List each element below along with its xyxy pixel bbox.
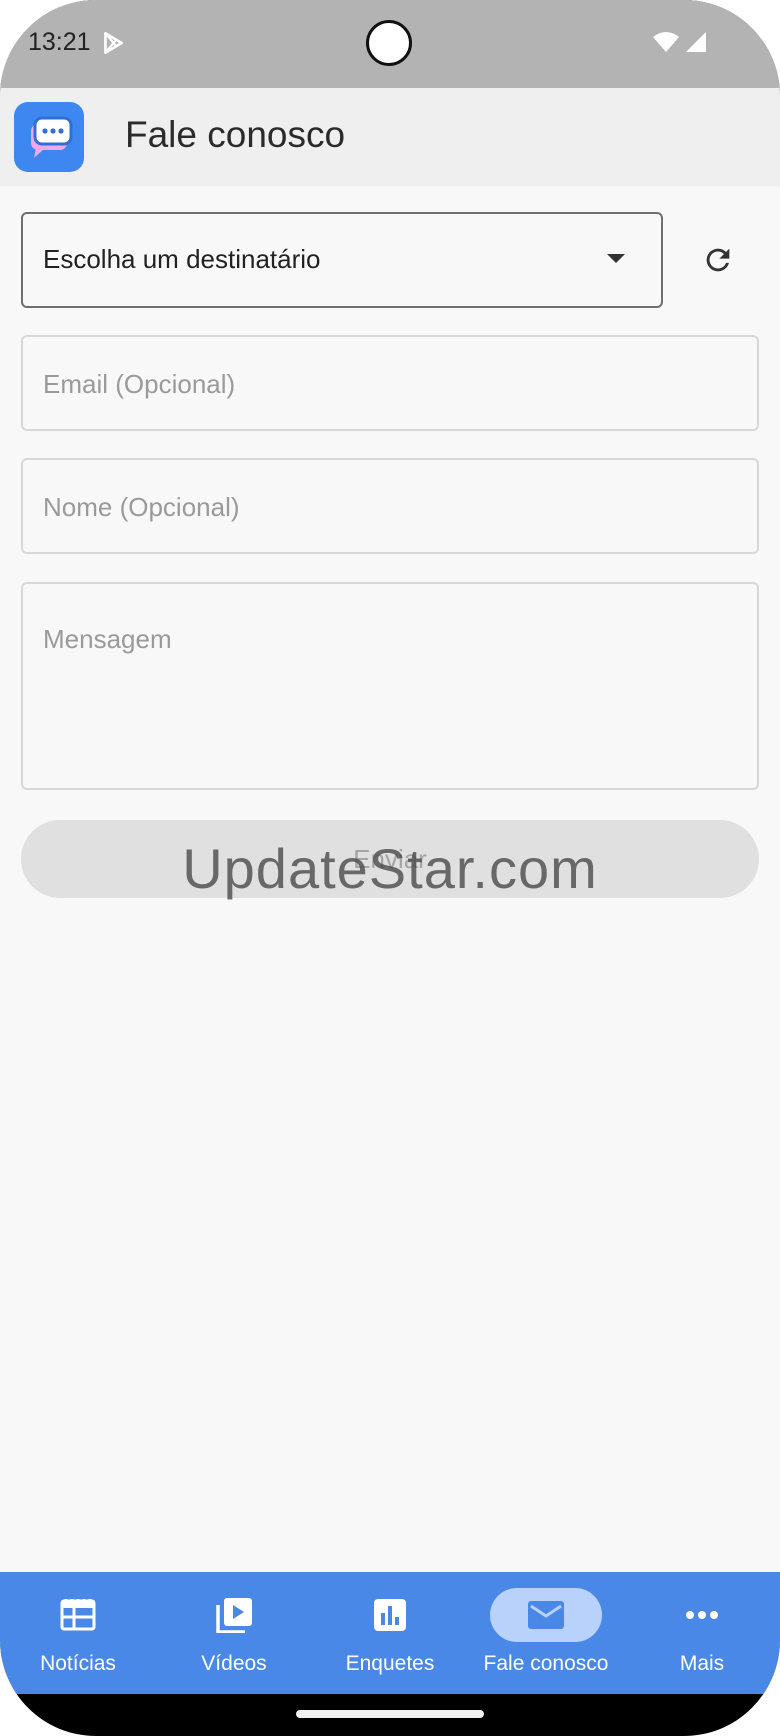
nav-label: Vídeos bbox=[201, 1652, 267, 1675]
nav-label: Notícias bbox=[40, 1652, 116, 1675]
nav-label: Mais bbox=[679, 1652, 725, 1675]
recipient-select-label: Escolha um destinatário bbox=[43, 244, 321, 274]
status-time: 13:21 bbox=[28, 28, 91, 56]
chat-bubble-icon bbox=[31, 116, 73, 158]
nav-label: Fale conosco bbox=[483, 1652, 609, 1675]
poll-icon bbox=[374, 1599, 406, 1631]
more-icon bbox=[686, 1611, 718, 1619]
nav-item-videos[interactable]: Vídeos bbox=[156, 1572, 312, 1694]
refresh-icon bbox=[706, 248, 730, 272]
message-input[interactable] bbox=[43, 624, 723, 774]
nav-label: Enquetes bbox=[345, 1652, 435, 1675]
mail-icon bbox=[528, 1601, 564, 1629]
video-library-icon bbox=[216, 1598, 252, 1633]
nav-item-enquetes[interactable]: Enquetes bbox=[312, 1572, 468, 1694]
camera-cutout bbox=[366, 20, 412, 66]
recipient-select[interactable]: Escolha um destinatário bbox=[21, 212, 663, 308]
email-field[interactable] bbox=[21, 335, 759, 431]
page-title: Fale conosco bbox=[125, 114, 346, 155]
chevron-down-icon bbox=[607, 254, 625, 263]
phone-frame: 13:21 Fale conosco Escolha um destinatár… bbox=[0, 0, 780, 1736]
name-field[interactable] bbox=[21, 458, 759, 554]
email-input[interactable] bbox=[43, 368, 723, 400]
bottom-navigation: Notícias Vídeos Enquetes Fale conosco Ma… bbox=[0, 1572, 780, 1694]
refresh-button[interactable] bbox=[694, 232, 742, 288]
play-store-icon bbox=[104, 31, 123, 55]
gesture-handle[interactable] bbox=[296, 1710, 484, 1718]
nav-item-noticias[interactable]: Notícias bbox=[0, 1572, 156, 1694]
nav-item-mais[interactable]: Mais bbox=[624, 1572, 780, 1694]
signal-icon bbox=[686, 32, 706, 52]
app-bar: Fale conosco bbox=[0, 88, 780, 186]
watermark: UpdateStar.com bbox=[182, 837, 598, 900]
app-logo bbox=[14, 102, 84, 172]
news-icon bbox=[60, 1599, 96, 1631]
wifi-icon bbox=[653, 32, 679, 52]
nav-item-fale-conosco[interactable]: Fale conosco bbox=[468, 1572, 624, 1694]
message-field[interactable] bbox=[21, 582, 759, 790]
name-input[interactable] bbox=[43, 491, 723, 523]
status-bar: 13:21 bbox=[0, 0, 780, 88]
screen: 13:21 Fale conosco Escolha um destinatár… bbox=[0, 0, 780, 1736]
